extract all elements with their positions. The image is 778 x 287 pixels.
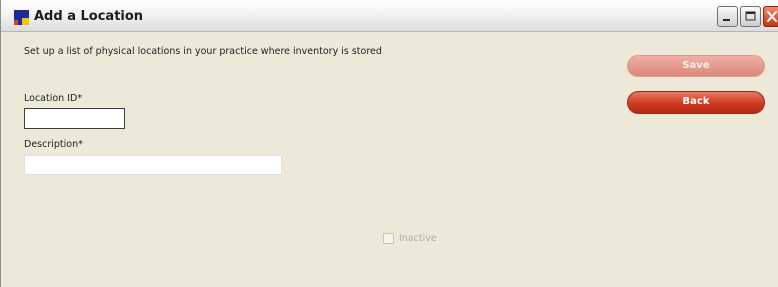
description-label: Description* [24, 139, 83, 150]
inactive-checkbox-box[interactable] [383, 233, 394, 244]
title-bar[interactable]: Add a Location [1, 0, 778, 32]
app-logo-icon [14, 10, 29, 25]
description-input[interactable] [24, 155, 282, 175]
close-button[interactable] [763, 6, 778, 27]
save-button[interactable]: Save [627, 55, 765, 77]
add-location-window: Add a Location Set up a list of physical… [0, 0, 778, 287]
minimize-button[interactable] [717, 6, 738, 27]
instructions-text: Set up a list of physical locations in y… [24, 46, 382, 57]
back-button[interactable]: Back [627, 91, 765, 114]
inactive-checkbox-label: Inactive [399, 233, 437, 244]
close-icon [767, 11, 777, 22]
maximize-button[interactable] [740, 6, 761, 27]
maximize-icon [745, 11, 756, 21]
minimize-icon [723, 19, 730, 21]
window-title: Add a Location [34, 9, 144, 24]
location-id-input[interactable] [24, 108, 125, 129]
location-id-label: Location ID* [24, 93, 83, 104]
